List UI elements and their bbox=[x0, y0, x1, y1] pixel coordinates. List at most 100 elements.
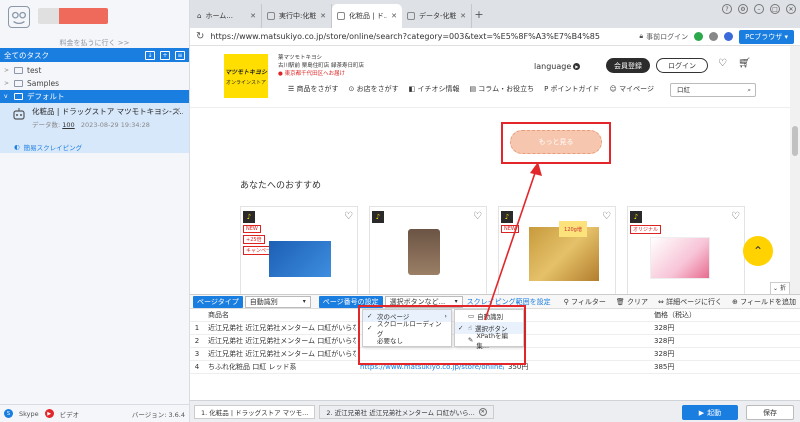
close-icon[interactable]: ✕ bbox=[786, 4, 796, 14]
language-selector[interactable]: language ▶ bbox=[534, 62, 581, 71]
vertical-scrollbar[interactable] bbox=[790, 46, 800, 294]
scrollbar-thumb[interactable] bbox=[792, 126, 798, 156]
menu-item-edit-xpath[interactable]: ✎ XPathを編集... bbox=[455, 332, 523, 350]
heart-icon[interactable]: ♡ bbox=[602, 211, 611, 222]
product-card[interactable]: ♪ ♡ bbox=[369, 206, 487, 294]
user-avatar[interactable] bbox=[38, 8, 108, 24]
product-image[interactable] bbox=[269, 241, 331, 277]
pre-login-button[interactable]: 🔒︎ 事前ログイン bbox=[639, 32, 688, 42]
filter-button[interactable]: ⚲ フィルター bbox=[564, 297, 606, 307]
nav-item-columns[interactable]: ▤ コラム・お役立ち bbox=[469, 84, 534, 94]
skype-link[interactable]: Skype bbox=[19, 410, 39, 418]
tab-home[interactable]: ⌂ ホーム... ✕ bbox=[192, 4, 262, 28]
heart-icon[interactable]: ♡ bbox=[731, 211, 740, 222]
chevron-down-icon: ▾ bbox=[302, 297, 306, 305]
cell-price[interactable]: 328円 bbox=[650, 336, 710, 346]
cell-price[interactable]: 385円 bbox=[650, 362, 710, 372]
nav-item-recommend[interactable]: ◧ イチオシ情報 bbox=[409, 84, 460, 94]
menu-item-auto-detect[interactable]: ▭ 自動識別 bbox=[455, 310, 523, 322]
save-button[interactable]: 保存 bbox=[746, 405, 794, 420]
maximize-icon[interactable]: □ bbox=[770, 4, 780, 14]
settings-icon[interactable]: ≡ bbox=[175, 50, 185, 60]
login-button[interactable]: ログイン bbox=[656, 58, 708, 73]
chevron-right-icon[interactable]: > bbox=[4, 67, 10, 74]
detail-page-button[interactable]: ⇔ 詳細ページに行く bbox=[658, 297, 722, 307]
block-icon[interactable] bbox=[709, 32, 719, 41]
page-type-select[interactable]: 自動識別 ▾ bbox=[244, 295, 311, 308]
help-icon[interactable]: ? bbox=[722, 4, 732, 14]
cell-price[interactable]: 328円 bbox=[650, 349, 710, 359]
cell-name[interactable]: 近江兄弟社 近江兄弟社メンターム 口紅がいらな... bbox=[204, 323, 356, 333]
close-icon[interactable]: ✕ bbox=[391, 12, 397, 20]
skype-icon[interactable]: S bbox=[4, 409, 13, 418]
site-search-input[interactable]: 口紅 ⌕ bbox=[670, 83, 756, 97]
video-icon[interactable]: ▶ bbox=[44, 409, 54, 418]
chevron-down-icon[interactable]: v bbox=[4, 93, 10, 100]
new-folder-icon[interactable]: + bbox=[160, 50, 170, 60]
import-icon[interactable]: ↓ bbox=[145, 50, 155, 60]
settings-icon[interactable]: ⚙ bbox=[738, 4, 748, 14]
folder-icon bbox=[14, 67, 23, 74]
new-tab-icon[interactable]: + bbox=[472, 4, 486, 28]
close-icon[interactable]: ✕ bbox=[250, 12, 256, 20]
delivery-area-link[interactable]: ● 東京都千代田区へお届け bbox=[278, 70, 364, 78]
check-icon: ✓ bbox=[367, 324, 373, 332]
close-icon[interactable]: ✕ bbox=[174, 106, 181, 115]
tab-cosmetics[interactable]: 化粧品 | ド... ✕ bbox=[332, 4, 402, 28]
robot-icon bbox=[13, 108, 25, 120]
reload-icon[interactable]: ↻ bbox=[196, 31, 204, 42]
heart-icon[interactable]: ♡ bbox=[718, 58, 727, 69]
clear-button[interactable]: 🗑︎ クリア bbox=[616, 297, 648, 307]
add-field-button[interactable]: ⊕ フィールドを追加 bbox=[732, 297, 796, 307]
search-icon[interactable]: ⌕ bbox=[747, 84, 751, 96]
cell-name[interactable]: 近江兄弟社 近江兄弟社メンターム 口紅がいらな... bbox=[204, 336, 356, 346]
task-item[interactable]: 化粧品 | ドラッグストア マツモトキヨシ-ス... データ数: 100 202… bbox=[0, 103, 189, 141]
menu-item-scroll-loading[interactable]: ✓ スクロールローディング bbox=[363, 320, 451, 338]
pc-browser-button[interactable]: PCブラウザ ▾ bbox=[739, 29, 794, 44]
close-icon[interactable]: ✕ bbox=[320, 12, 326, 20]
product-image[interactable] bbox=[650, 237, 710, 279]
folder-default[interactable]: v デフォルト bbox=[0, 90, 189, 103]
url-input[interactable]: https://www.matsukiyo.co.jp/store/online… bbox=[210, 32, 633, 41]
scroll-top-button[interactable]: ⌃ bbox=[743, 236, 773, 266]
step-tab-1[interactable]: 1. 化粧品 | ドラッグストア マツモ... bbox=[194, 404, 316, 419]
start-button[interactable]: ▶ 起動 bbox=[682, 405, 738, 420]
site-logo[interactable]: マツモトキヨシ オンラインストア bbox=[224, 54, 268, 98]
cell-name[interactable]: ちふれ化粧品 口紅 レッド系 bbox=[204, 362, 356, 372]
column-header[interactable]: 価格（税込） bbox=[650, 310, 710, 320]
all-tasks-label[interactable]: 全てのタスク bbox=[4, 50, 49, 61]
more-button[interactable]: もっと見る bbox=[510, 130, 602, 154]
chevron-right-icon[interactable]: > bbox=[4, 80, 10, 87]
payment-notice-link[interactable]: 料金を払うに行く >> bbox=[0, 38, 189, 48]
nav-item-mypage[interactable]: ☺ マイページ bbox=[610, 84, 654, 94]
fold-button[interactable]: ⌄ 折る bbox=[770, 282, 790, 294]
row-number: 4 bbox=[194, 363, 200, 371]
folder-test[interactable]: > test bbox=[0, 64, 189, 77]
product-card[interactable]: ♪ ♡ NEW +25倍 キャンペーン bbox=[240, 206, 358, 294]
folder-samples[interactable]: > Samples bbox=[0, 77, 189, 90]
nav-item-points[interactable]: P ポイントガイド bbox=[544, 84, 599, 94]
product-image[interactable] bbox=[408, 229, 440, 275]
globe-icon[interactable] bbox=[724, 32, 734, 41]
close-icon[interactable]: ✕ bbox=[478, 407, 487, 416]
nav-item-stores[interactable]: ⊙ お店をさがす bbox=[349, 84, 399, 94]
close-icon[interactable]: ✕ bbox=[460, 12, 466, 20]
column-header[interactable]: 商品名 bbox=[204, 310, 356, 320]
step-tab-2[interactable]: 2. 近江兄弟社 近江兄弟社メンターム 口紅がいら... ✕ bbox=[319, 404, 494, 419]
status-icon[interactable] bbox=[694, 32, 704, 41]
video-link[interactable]: ビデオ bbox=[60, 409, 80, 419]
tab-running[interactable]: 実行中:化粧... ✕ bbox=[262, 4, 332, 28]
site-header: マツモトキヨシ オンラインストア 薬マツモトキヨシ 古川駅前 栗島住町店 緑茶寿… bbox=[190, 46, 790, 108]
cell-name[interactable]: 近江兄弟社 近江兄弟社メンターム 口紅がいらな... bbox=[204, 349, 356, 359]
heart-icon[interactable]: ♡ bbox=[473, 211, 482, 222]
register-button[interactable]: 会員登録 bbox=[606, 58, 650, 73]
data-count-link[interactable]: 100 bbox=[62, 121, 74, 129]
cart-icon[interactable]: 🛒︎ bbox=[738, 58, 751, 69]
product-card[interactable]: ♪ ♡ NEW 120g増 bbox=[498, 206, 616, 294]
product-card[interactable]: ♪ ♡ オリジナル bbox=[627, 206, 745, 294]
tab-data[interactable]: データ-化粧... ✕ bbox=[402, 4, 472, 28]
nav-item-products[interactable]: ☰ 商品をさがす bbox=[288, 84, 339, 94]
minimize-icon[interactable]: – bbox=[754, 4, 764, 14]
heart-icon[interactable]: ♡ bbox=[344, 211, 353, 222]
cell-price[interactable]: 328円 bbox=[650, 323, 710, 333]
